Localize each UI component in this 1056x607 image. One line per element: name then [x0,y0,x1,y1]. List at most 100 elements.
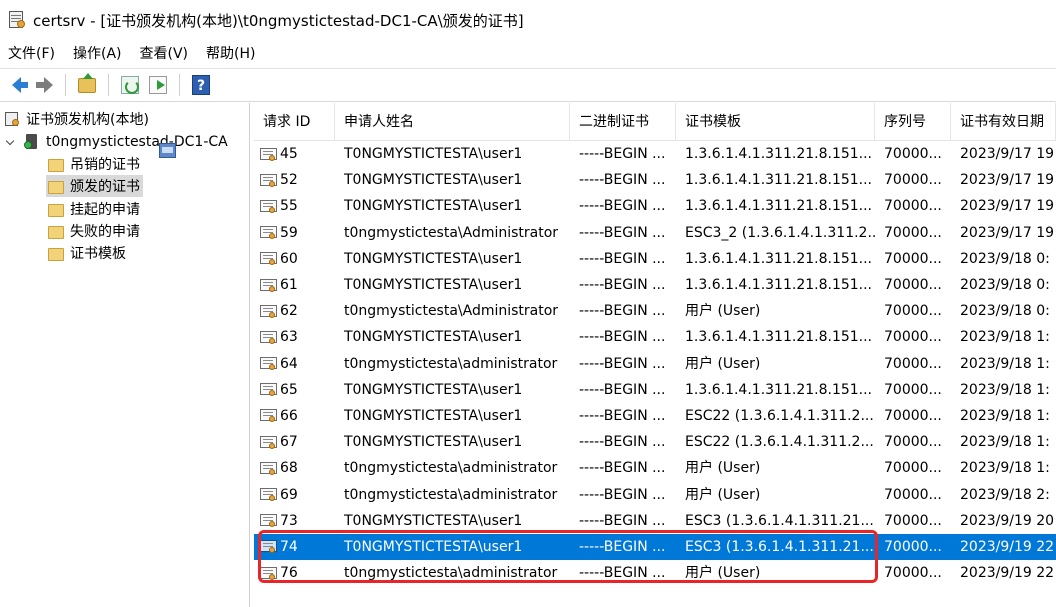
column-header-request-id[interactable]: 请求 ID [254,103,335,141]
certificate-icon [260,199,278,214]
cell-request-id-text: 65 [280,381,298,398]
cell-binary-certificate: -----BEGIN ... [579,565,666,582]
toolbar: ? [0,68,1056,102]
table-row[interactable]: 63 T0NGMYSTICTESTA\user1 -----BEGIN ... 1.3… [254,324,1056,350]
cell-requester-name: t0ngmystictesta\administrator [344,486,558,503]
cell-binary-certificate: -----BEGIN ... [579,250,666,267]
cell-effective-date: 2023/9/18 1: [960,381,1050,398]
cell-certificate-template: ESC22 (1.3.6.1.4.1.311.2... [685,434,874,451]
cell-request-id: 63 [254,324,335,350]
table-row[interactable]: 52 T0NGMYSTICTESTA\user1 -----BEGIN ... 1.3… [254,167,1056,193]
cell-requester-name: T0NGMYSTICTESTA\user1 [344,512,523,529]
table-row[interactable]: 64 t0ngmystictesta\administrator -----BEGI… [254,351,1056,377]
tree-item-label: 吊销的证书 [70,157,140,173]
cell-certificate-template: 1.3.6.1.4.1.311.21.8.151... [685,198,873,215]
cell-serial-number: 70000... [884,407,942,424]
cell-serial-number: 70000... [884,250,942,267]
list-header: 请求 ID 申请人姓名 二进制证书 证书模板 序列号 证书有效日期 [254,103,1056,141]
cell-binary-certificate: -----BEGIN ... [579,381,666,398]
cell-certificate-template: 用户 (User) [685,565,761,582]
cell-binary-certificate: -----BEGIN ... [579,172,666,189]
table-row[interactable]: 61 T0NGMYSTICTESTA\user1 -----BEGIN ... 1.3… [254,272,1056,298]
table-row[interactable]: 62 t0ngmystictesta\Administrator -----BEGI… [254,298,1056,324]
table-row[interactable]: 76 t0ngmystictesta\administrator -----BEGI… [254,560,1056,586]
table-row[interactable]: 73 T0NGMYSTICTESTA\user1 -----BEGIN ... ESC… [254,508,1056,534]
menu-view[interactable]: 查看(V) [131,42,198,66]
table-row[interactable]: 45 T0NGMYSTICTESTA\user1 -----BEGIN ... 1.3… [254,141,1056,167]
cell-serial-number: 70000... [884,172,942,189]
tree-item-ca[interactable]: t0ngmystictestad-DC1-CA [6,131,228,153]
cell-effective-date: 2023/9/18 1: [960,355,1050,372]
column-header-binary-certificate[interactable]: 二进制证书 [570,103,676,141]
table-row[interactable]: 67 T0NGMYSTICTESTA\user1 -----BEGIN ... ESC… [254,429,1056,455]
cell-request-id-text: 69 [280,486,298,503]
column-header-serial-number[interactable]: 序列号 [875,103,951,141]
export-list-button[interactable] [146,73,170,97]
cell-request-id: 67 [254,429,335,455]
cell-binary-certificate: -----BEGIN ... [579,303,666,320]
cell-serial-number: 70000... [884,355,942,372]
cell-requester-name: t0ngmystictesta\administrator [344,565,558,582]
cell-request-id-text: 74 [280,538,298,555]
column-header-certificate-template[interactable]: 证书模板 [676,103,875,141]
certificate-icon [260,408,278,423]
tree-item-root[interactable]: 证书颁发机构(本地) [4,108,149,130]
cell-effective-date: 2023/9/17 19 [960,146,1055,163]
cell-requester-name: T0NGMYSTICTESTA\user1 [344,407,523,424]
menu-file[interactable]: 文件(F) [0,42,64,66]
certificate-authority-icon [4,111,20,127]
table-row[interactable]: 65 T0NGMYSTICTESTA\user1 -----BEGIN ... 1.3… [254,377,1056,403]
cell-request-id-text: 55 [280,198,298,215]
certificate-list[interactable]: 请求 ID 申请人姓名 二进制证书 证书模板 序列号 证书有效日期 45 T0NG… [254,103,1056,607]
table-row[interactable]: 69 t0ngmystictesta\administrator -----BEGI… [254,481,1056,507]
menu-bar: 文件(F) 操作(A) 查看(V) 帮助(H) [0,40,1056,68]
cell-binary-certificate: -----BEGIN ... [579,434,666,451]
cell-serial-number: 70000... [884,303,942,320]
tree-item-pending[interactable]: 挂起的申请 [48,198,140,220]
tree-item-failed[interactable]: 失败的申请 [48,220,140,242]
refresh-button[interactable] [118,73,142,97]
cell-request-id-text: 66 [280,407,298,424]
table-row[interactable]: 66 T0NGMYSTICTESTA\user1 -----BEGIN ... ESC… [254,403,1056,429]
cell-request-id: 61 [254,272,335,298]
forward-arrow-icon [35,77,53,93]
cell-certificate-template: 1.3.6.1.4.1.311.21.8.151... [685,329,873,346]
toolbar-separator [179,74,180,96]
tree-item-label: 证书颁发机构(本地) [26,112,149,128]
table-row[interactable]: 55 T0NGMYSTICTESTA\user1 -----BEGIN ... 1.3… [254,193,1056,219]
ca-server-icon [24,134,40,150]
column-header-effective-date[interactable]: 证书有效日期 [951,103,1056,141]
console-tree[interactable]: 证书颁发机构(本地) t0ngmystictestad-DC1-CA 吊销的证书… [0,103,250,607]
cell-request-id-text: 52 [280,172,298,189]
cell-effective-date: 2023/9/18 1: [960,460,1050,477]
table-row[interactable]: 68 t0ngmystictesta\administrator -----BEGI… [254,455,1056,481]
menu-action[interactable]: 操作(A) [64,42,131,66]
cell-requester-name: t0ngmystictesta\administrator [344,355,558,372]
cell-certificate-template: 1.3.6.1.4.1.311.21.8.151... [685,172,873,189]
column-header-requester-name[interactable]: 申请人姓名 [335,103,570,141]
table-row[interactable]: 74 T0NGMYSTICTESTA\user1 -----BEGIN ... ESC… [254,533,1056,560]
tree-item-revoked[interactable]: 吊销的证书 [48,153,140,175]
tree-item-templates[interactable]: 证书模板 [48,242,126,264]
cell-binary-certificate: -----BEGIN ... [579,277,666,294]
back-button[interactable] [4,73,28,97]
cell-effective-date: 2023/9/17 19 [960,198,1055,215]
certificate-icon [260,278,278,293]
help-button[interactable]: ? [189,73,213,97]
cell-request-id: 74 [254,534,335,560]
forward-button[interactable] [32,73,56,97]
cell-effective-date: 2023/9/18 0: [960,303,1050,320]
chevron-down-icon[interactable] [6,137,16,147]
tree-item-issued[interactable]: 颁发的证书 [46,175,143,197]
table-row[interactable]: 60 T0NGMYSTICTESTA\user1 -----BEGIN ... 1.3… [254,246,1056,272]
cell-request-id: 55 [254,193,335,219]
cell-requester-name: t0ngmystictesta\administrator [344,460,558,477]
cell-requester-name: T0NGMYSTICTESTA\user1 [344,329,523,346]
up-folder-button[interactable] [75,72,99,97]
cell-request-id-text: 62 [280,303,298,320]
cell-binary-certificate: -----BEGIN ... [579,538,666,555]
help-icon: ? [192,75,210,95]
cell-binary-certificate: -----BEGIN ... [579,198,666,215]
table-row[interactable]: 59 t0ngmystictesta\Administrator -----BEGI… [254,220,1056,246]
menu-help[interactable]: 帮助(H) [197,42,264,66]
